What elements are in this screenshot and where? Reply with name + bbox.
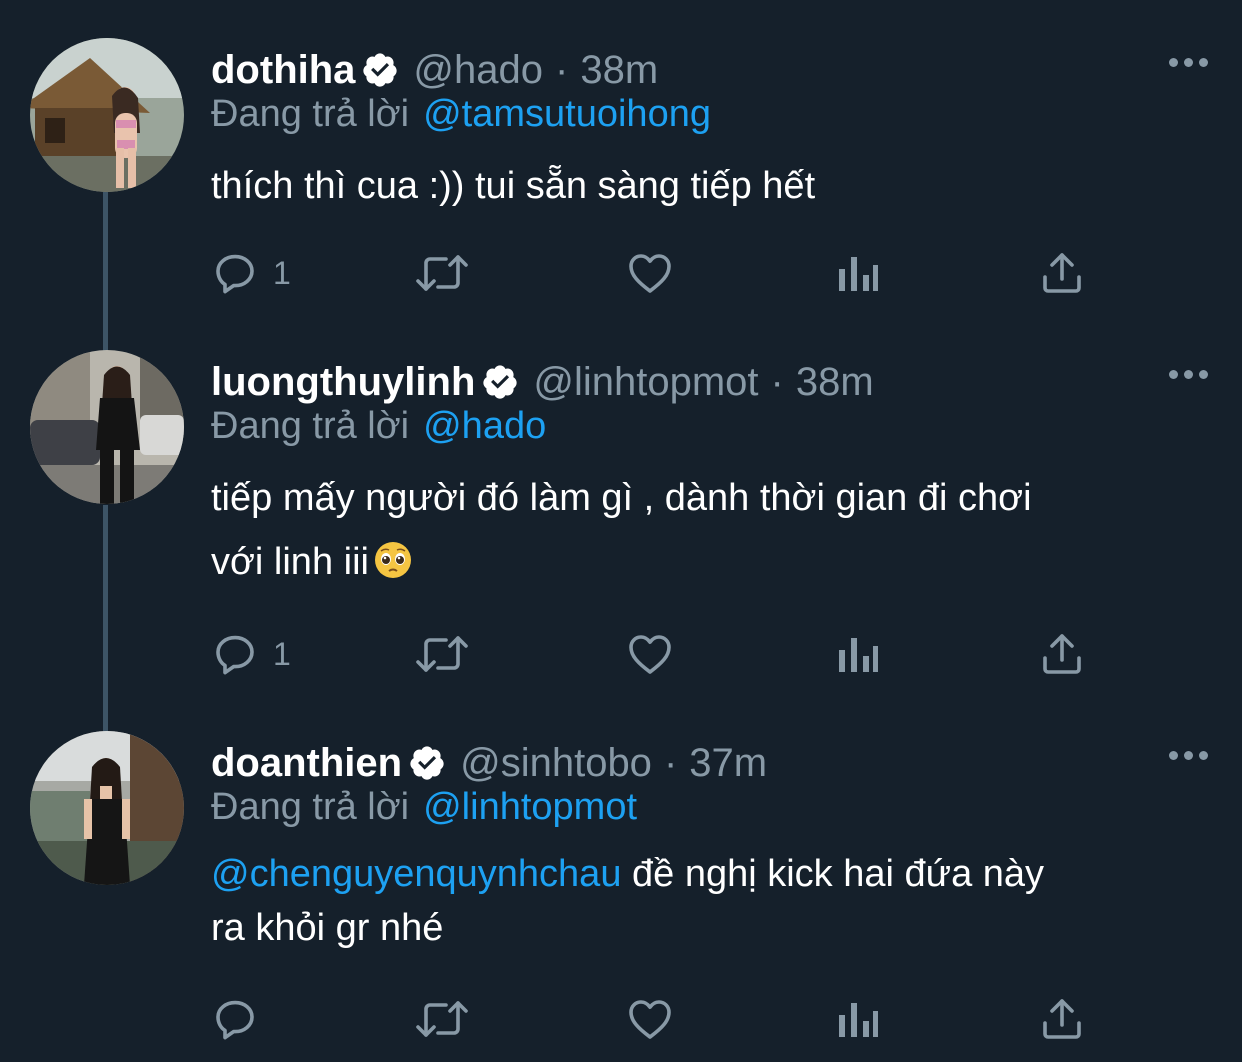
reply-icon: [216, 254, 254, 294]
reply-to-mention[interactable]: @tamsutuoihong: [423, 93, 711, 135]
analytics-button[interactable]: [835, 243, 879, 303]
analytics-icon: [839, 257, 878, 291]
like-icon: [629, 254, 671, 293]
replying-to: Đang trả lời @hado: [211, 405, 546, 448]
verified-badge-icon: [408, 744, 446, 782]
verified-badge-icon: [361, 51, 399, 89]
like-icon: [629, 1000, 671, 1039]
tweet-text-line-content: đề nghị kick hai đứa này: [621, 853, 1045, 895]
retweet-icon: [416, 255, 468, 291]
share-icon: [1043, 253, 1081, 293]
avatar[interactable]: [30, 350, 184, 504]
timestamp[interactable]: 38m: [796, 360, 874, 405]
retweet-button[interactable]: [414, 243, 470, 303]
display-name[interactable]: dothiha: [211, 48, 355, 93]
verified-badge-icon: [481, 363, 519, 401]
retweet-button[interactable]: [414, 624, 470, 684]
like-icon: [629, 635, 671, 674]
reply-thread: dothiha @hado · 38m Đang trả lời @tamsutu…: [0, 0, 1242, 1062]
tweet[interactable]: luongthuylinh @linhtopmot · 38m Đang trả…: [0, 350, 1242, 710]
avatar[interactable]: [30, 731, 184, 885]
timestamp[interactable]: 38m: [580, 48, 658, 93]
analytics-button[interactable]: [835, 624, 879, 684]
analytics-icon: [839, 638, 878, 672]
action-bar: 1: [211, 243, 1091, 303]
tweet[interactable]: dothiha @hado · 38m Đang trả lời @tamsutu…: [0, 38, 1242, 338]
share-button[interactable]: [1038, 989, 1086, 1049]
display-name[interactable]: doanthien: [211, 741, 402, 786]
tweet-text: thích thì cua :)) tui sẵn sàng tiếp hết: [211, 154, 1201, 218]
tweet-text-content: thích thì cua :)) tui sẵn sàng tiếp hết: [211, 165, 816, 207]
like-button[interactable]: [625, 624, 675, 684]
reply-to-mention[interactable]: @hado: [423, 405, 546, 447]
reply-prefix: Đang trả lời: [211, 786, 410, 828]
like-button[interactable]: [625, 243, 675, 303]
reply-prefix: Đang trả lời: [211, 405, 410, 447]
timestamp[interactable]: 37m: [689, 741, 767, 786]
tweet-text-line: với linh iii: [211, 530, 1201, 600]
analytics-button[interactable]: [835, 989, 879, 1049]
reply-count: 1: [273, 254, 291, 291]
tweet-text: @chenguyenquynhchau đề nghị kick hai đứa…: [211, 847, 1201, 955]
tweet-text-line: tiếp mấy người đó làm gì , dành thời gia…: [211, 477, 1032, 519]
share-button[interactable]: [1038, 624, 1086, 684]
separator: ·: [555, 47, 569, 92]
handle[interactable]: @hado: [413, 48, 543, 93]
reply-to-mention[interactable]: @linhtopmot: [423, 786, 637, 828]
action-bar: [211, 989, 1091, 1049]
more-options-icon[interactable]: [1165, 745, 1212, 766]
replying-to: Đang trả lời @tamsutuoihong: [211, 93, 711, 136]
share-icon: [1043, 634, 1081, 674]
display-name[interactable]: luongthuylinh: [211, 360, 475, 405]
retweet-icon: [416, 1001, 468, 1037]
like-button[interactable]: [625, 989, 675, 1049]
more-options-icon[interactable]: [1165, 364, 1212, 385]
share-icon: [1043, 999, 1081, 1039]
pleading-face-emoji-icon: [373, 536, 413, 600]
retweet-button[interactable]: [414, 989, 470, 1049]
tweet-text-line: ra khỏi gr nhé: [211, 907, 444, 949]
avatar[interactable]: [30, 38, 184, 192]
tweet-text-line: @chenguyenquynhchau đề nghị kick hai đứa…: [211, 847, 1201, 901]
reply-button[interactable]: 1: [211, 243, 291, 303]
reply-button[interactable]: [211, 989, 273, 1049]
handle[interactable]: @sinhtobo: [460, 741, 652, 786]
handle[interactable]: @linhtopmot: [533, 360, 758, 405]
reply-icon: [216, 1000, 254, 1040]
separator: ·: [770, 359, 784, 404]
reply-prefix: Đang trả lời: [211, 93, 410, 135]
more-options-icon[interactable]: [1165, 52, 1212, 73]
reply-icon: [216, 635, 254, 675]
retweet-icon: [416, 636, 468, 672]
replying-to: Đang trả lời @linhtopmot: [211, 786, 637, 829]
separator: ·: [663, 740, 678, 785]
reply-count: 1: [273, 635, 291, 672]
tweet[interactable]: doanthien @sinhtobo · 37m Đang trả lời @l…: [0, 731, 1242, 1062]
tweet-text: tiếp mấy người đó làm gì , dành thời gia…: [211, 466, 1201, 600]
analytics-icon: [839, 1003, 878, 1037]
tweet-mention[interactable]: @chenguyenquynhchau: [211, 853, 621, 895]
share-button[interactable]: [1038, 243, 1086, 303]
tweet-text-line-content: với linh iii: [211, 541, 369, 583]
reply-button[interactable]: 1: [211, 624, 291, 684]
action-bar: 1: [211, 624, 1091, 684]
